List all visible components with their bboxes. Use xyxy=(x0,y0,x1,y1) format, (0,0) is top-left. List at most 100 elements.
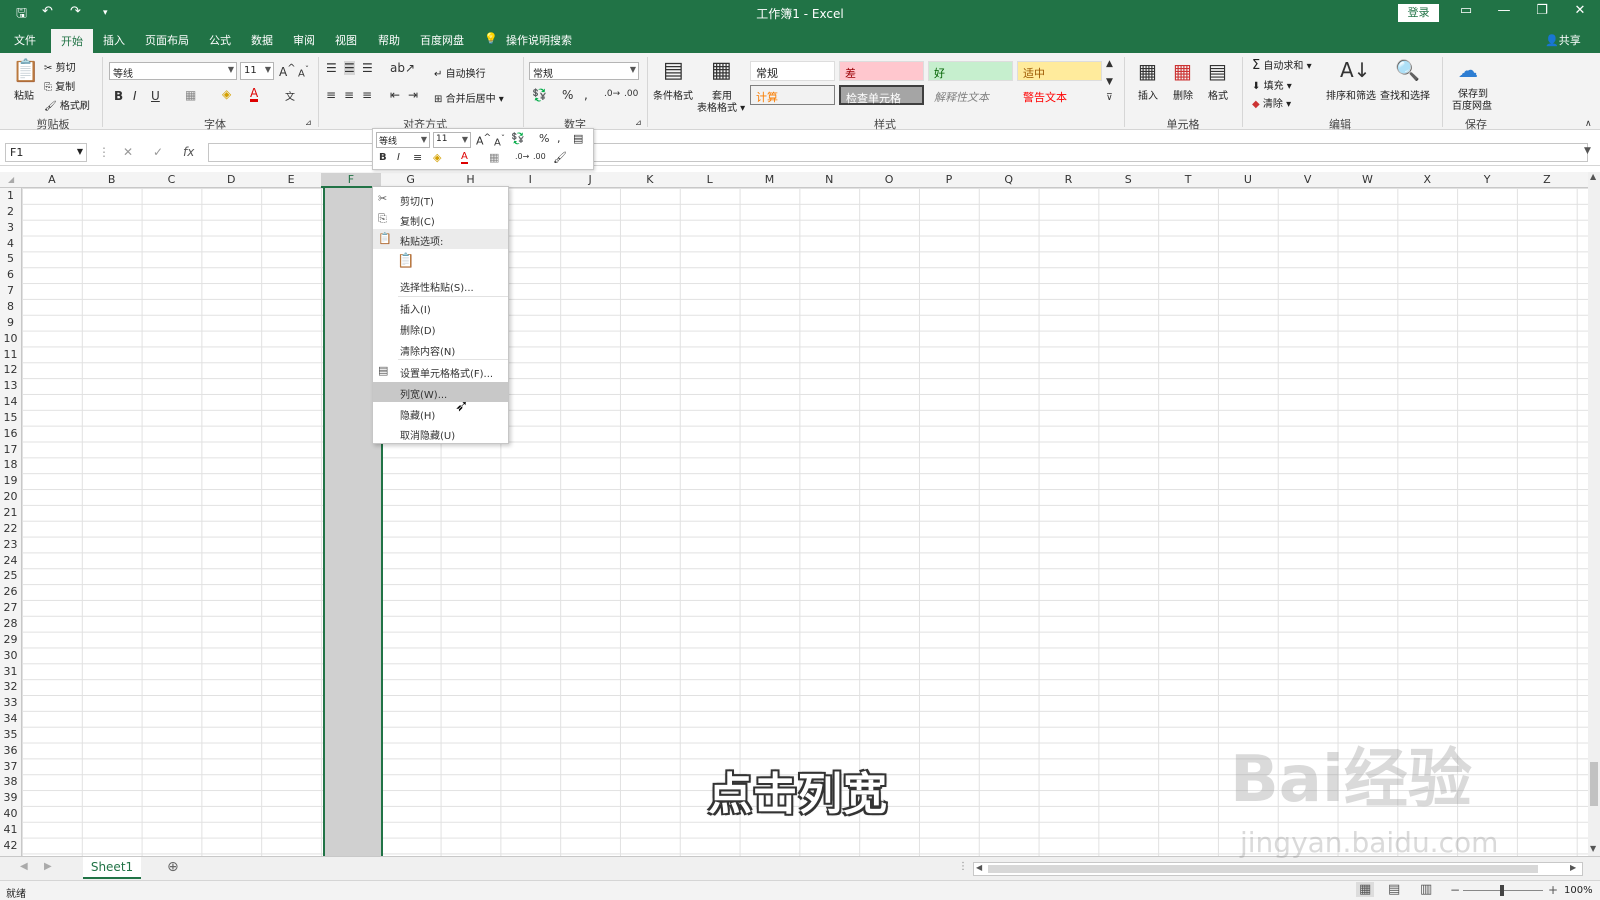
style-bad[interactable]: 差 xyxy=(839,61,924,81)
row-header[interactable]: 29 xyxy=(0,633,21,646)
row-header[interactable]: 35 xyxy=(0,728,21,741)
decrease-decimal-icon[interactable]: .00 xyxy=(624,89,638,99)
sort-filter-icon[interactable]: A↓ xyxy=(1340,58,1370,82)
find-select-button[interactable]: 查找和选择 xyxy=(1380,87,1430,102)
select-all-icon[interactable]: ◢ xyxy=(8,175,14,184)
number-format-dropdown[interactable]: 常规 ▼ xyxy=(529,62,639,80)
expand-formula-icon[interactable]: ▼ xyxy=(1584,146,1591,156)
scroll-down-icon[interactable]: ▼ xyxy=(1590,844,1596,853)
column-header-v[interactable]: V xyxy=(1278,173,1338,186)
next-sheet-icon[interactable]: ▶ xyxy=(44,861,52,872)
font-color-icon[interactable]: A xyxy=(250,87,259,102)
column-header-h[interactable]: H xyxy=(441,173,501,186)
column-header-r[interactable]: R xyxy=(1039,173,1099,186)
tab-view[interactable]: 视图 xyxy=(335,32,357,48)
number-format-icon[interactable]: 💱 xyxy=(511,132,525,145)
format-cells-button[interactable]: 格式 xyxy=(1208,87,1228,102)
row-header[interactable]: 18 xyxy=(0,458,21,471)
row-header[interactable]: 39 xyxy=(0,791,21,804)
name-box[interactable]: F1 ▼ xyxy=(5,143,87,162)
italic-icon[interactable]: I xyxy=(133,89,137,103)
decrease-decimal-icon[interactable]: .00 xyxy=(533,152,546,161)
tab-page-layout[interactable]: 页面布局 xyxy=(145,32,189,48)
insert-cells-icon[interactable]: ▦ xyxy=(1138,59,1157,83)
autosum-button[interactable]: Σ 自动求和 ▾ xyxy=(1252,57,1312,73)
bold-icon[interactable]: B xyxy=(379,152,387,163)
align-middle-icon[interactable]: ☰ xyxy=(344,61,355,75)
column-header-c[interactable]: C xyxy=(142,173,202,186)
row-header[interactable]: 36 xyxy=(0,744,21,757)
row-header[interactable]: 7 xyxy=(0,284,21,297)
row-header[interactable]: 27 xyxy=(0,601,21,614)
style-calculation[interactable]: 计算 xyxy=(750,85,835,105)
row-header[interactable]: 31 xyxy=(0,665,21,678)
style-normal[interactable]: 常规 xyxy=(750,61,835,81)
column-header-a[interactable]: A xyxy=(22,173,82,186)
increase-font-icon[interactable]: A^ xyxy=(476,132,491,148)
page-layout-view-icon[interactable]: ▤ xyxy=(1388,882,1400,897)
conditional-format-button[interactable]: 条件格式 xyxy=(653,87,693,102)
horizontal-scrollbar[interactable]: ◀ ▶ xyxy=(973,862,1583,876)
brush-icon[interactable]: 🖌 xyxy=(553,151,567,164)
table-format-icon[interactable]: ▦ xyxy=(711,58,732,83)
phonetic-icon[interactable]: 文 xyxy=(285,88,295,103)
scroll-thumb[interactable] xyxy=(988,865,1538,873)
decrease-font-icon[interactable]: Aˇ xyxy=(298,64,309,79)
align-center-icon[interactable]: ≡ xyxy=(413,151,422,164)
row-header[interactable]: 19 xyxy=(0,474,21,487)
tab-review[interactable]: 审阅 xyxy=(293,32,315,48)
menu-item-column-width[interactable]: 列宽(W)... xyxy=(373,382,508,402)
column-header-w[interactable]: W xyxy=(1338,173,1398,186)
zoom-slider-thumb[interactable] xyxy=(1500,885,1504,896)
scroll-left-icon[interactable]: ◀ xyxy=(976,863,982,872)
clear-button[interactable]: ◆ 清除 ▾ xyxy=(1252,95,1291,110)
paste-button[interactable]: 粘贴 xyxy=(14,87,34,102)
font-name-dropdown[interactable]: 等线 ▼ xyxy=(109,62,237,80)
row-header[interactable]: 42 xyxy=(0,839,21,852)
increase-decimal-icon[interactable]: .0→ xyxy=(604,89,620,99)
percent-icon[interactable]: % xyxy=(539,132,549,145)
restore-icon[interactable]: ❐ xyxy=(1532,3,1552,18)
row-header[interactable]: 24 xyxy=(0,554,21,567)
menu-item-insert[interactable]: 插入(I) xyxy=(373,297,508,317)
column-header-d[interactable]: D xyxy=(201,173,261,186)
tab-file[interactable]: 文件 xyxy=(14,32,36,48)
tab-data[interactable]: 数据 xyxy=(251,32,273,48)
find-select-icon[interactable]: 🔍 xyxy=(1395,58,1420,82)
row-header[interactable]: 3 xyxy=(0,221,21,234)
conditional-format-icon[interactable]: ▤ xyxy=(663,58,684,83)
orientation-icon[interactable]: ab↗ xyxy=(390,61,415,75)
currency-icon[interactable]: 💱 xyxy=(532,88,547,102)
column-header-q[interactable]: Q xyxy=(979,173,1039,186)
increase-font-icon[interactable]: A^ xyxy=(279,63,296,79)
decrease-font-icon[interactable]: Aˇ xyxy=(494,133,505,148)
styles-more-icon[interactable]: ⊽ xyxy=(1106,93,1113,103)
tab-formulas[interactable]: 公式 xyxy=(209,32,231,48)
column-header-j[interactable]: J xyxy=(560,173,620,186)
insert-function-icon[interactable]: fx xyxy=(183,145,194,159)
column-header-t[interactable]: T xyxy=(1158,173,1218,186)
increase-decimal-icon[interactable]: .0→ xyxy=(515,152,529,161)
row-header[interactable]: 12 xyxy=(0,363,21,376)
row-header[interactable]: 22 xyxy=(0,522,21,535)
row-header[interactable]: 2 xyxy=(0,205,21,218)
row-header[interactable]: 37 xyxy=(0,760,21,773)
menu-item-copy[interactable]: ⎘ 复制(C) xyxy=(373,209,508,229)
tab-insert[interactable]: 插入 xyxy=(103,32,125,48)
row-header[interactable]: 1 xyxy=(0,189,21,202)
format-cells-icon[interactable]: ▤ xyxy=(573,132,583,145)
row-header[interactable]: 5 xyxy=(0,252,21,265)
style-explanatory[interactable]: 解释性文本 xyxy=(928,85,1013,105)
menu-item-paste-special[interactable]: 选择性粘贴(S)... xyxy=(373,275,508,295)
cancel-icon[interactable]: ✕ xyxy=(123,145,133,159)
delete-cells-icon[interactable]: ▦ xyxy=(1173,59,1192,83)
column-header-p[interactable]: P xyxy=(919,173,979,186)
italic-icon[interactable]: I xyxy=(397,152,400,163)
column-header-m[interactable]: M xyxy=(740,173,800,186)
paste-keep-text-icon[interactable]: 📋 xyxy=(397,253,415,273)
comma-icon[interactable]: , xyxy=(584,88,588,102)
row-header[interactable]: 16 xyxy=(0,427,21,440)
align-bottom-icon[interactable]: ☰ xyxy=(362,61,373,75)
bold-icon[interactable]: B xyxy=(114,89,123,103)
prev-sheet-icon[interactable]: ◀ xyxy=(20,861,28,872)
